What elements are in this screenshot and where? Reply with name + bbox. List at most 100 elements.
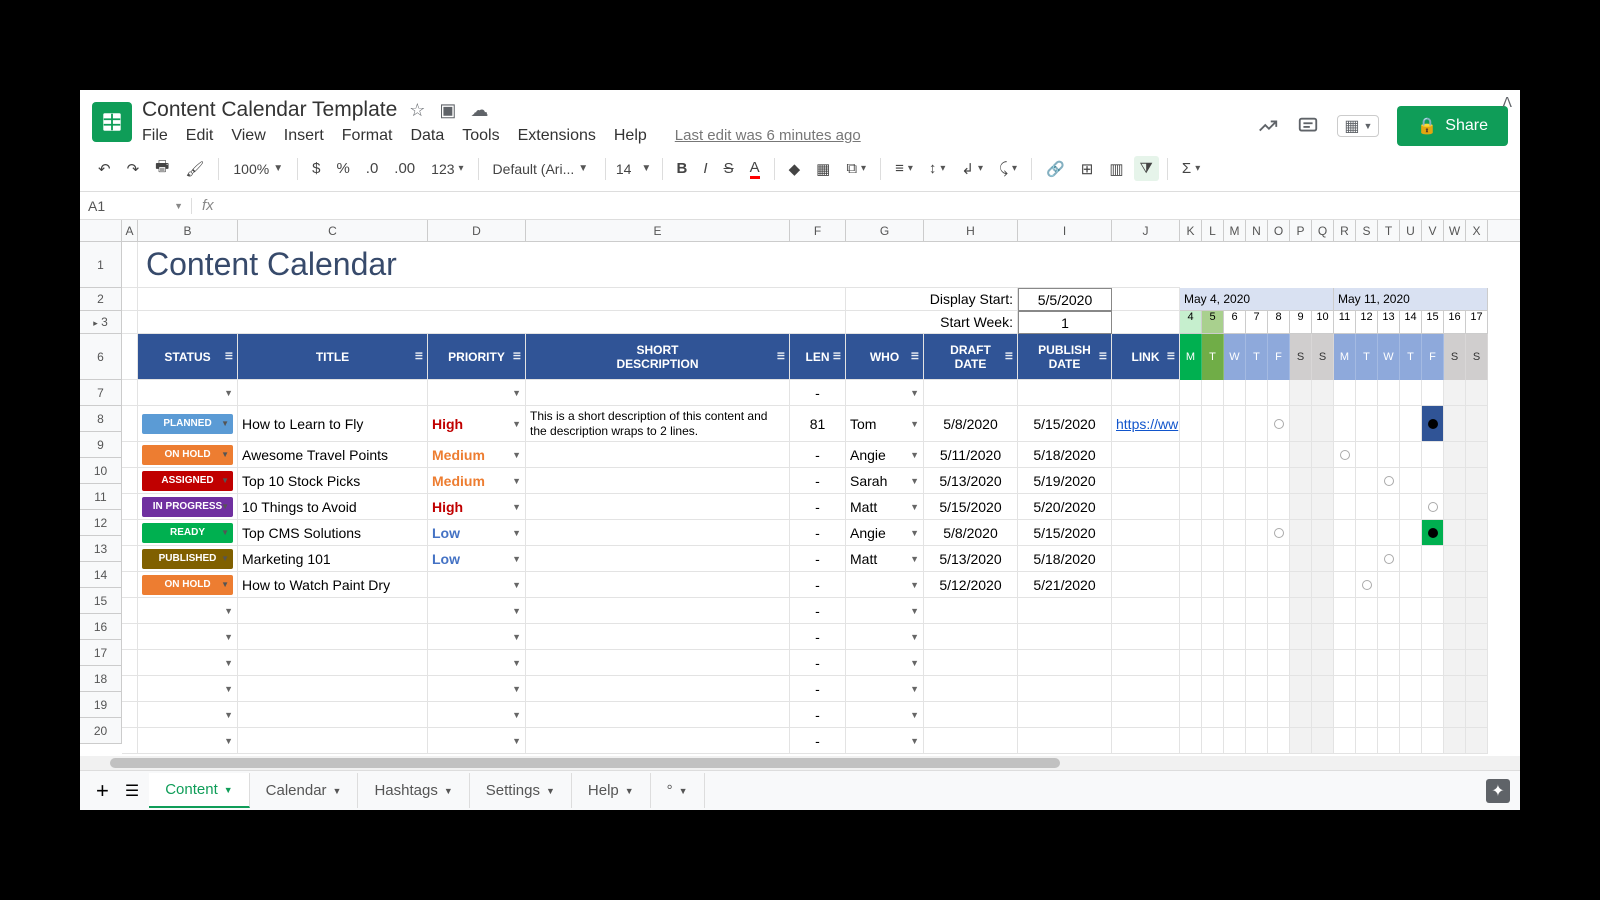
desc-cell[interactable]	[526, 442, 790, 468]
header-len[interactable]: LEN☰	[790, 334, 846, 380]
cal-cell[interactable]	[1224, 676, 1246, 702]
font-select[interactable]: Default (Ari...▼	[487, 157, 597, 181]
cal-cell[interactable]	[1202, 468, 1224, 494]
menu-file[interactable]: File	[142, 127, 168, 145]
cal-cell[interactable]	[1378, 406, 1400, 442]
cal-cell[interactable]	[1334, 520, 1356, 546]
title-cell[interactable]: Top CMS Solutions	[238, 520, 428, 546]
who-cell[interactable]: Angie▼	[846, 442, 924, 468]
who-cell[interactable]: Matt▼	[846, 546, 924, 572]
sheet-tab-hashtags[interactable]: Hashtags ▼	[358, 773, 469, 808]
desc-cell[interactable]	[526, 676, 790, 702]
cal-cell[interactable]	[1180, 380, 1202, 406]
cal-cell[interactable]	[1268, 598, 1290, 624]
who-cell[interactable]: Matt▼	[846, 494, 924, 520]
col-header-A[interactable]: A	[122, 220, 138, 241]
comment-icon[interactable]: ⊞	[1075, 156, 1100, 182]
draft-cell[interactable]: 5/12/2020	[924, 572, 1018, 598]
cell[interactable]	[138, 311, 846, 334]
draft-cell[interactable]	[924, 702, 1018, 728]
cal-cell[interactable]	[1246, 624, 1268, 650]
link-cell[interactable]	[1112, 442, 1180, 468]
cal-cell[interactable]	[1356, 676, 1378, 702]
col-header-B[interactable]: B	[138, 220, 238, 241]
cal-cell[interactable]	[1312, 702, 1334, 728]
cal-cell[interactable]	[1268, 650, 1290, 676]
cal-cell[interactable]	[1202, 442, 1224, 468]
cell[interactable]	[122, 380, 138, 406]
status-cell[interactable]: ASSIGNED▼	[138, 468, 238, 494]
currency-icon[interactable]: $	[306, 156, 326, 181]
zoom-select[interactable]: 100%▼	[227, 157, 289, 181]
col-header-X[interactable]: X	[1466, 220, 1488, 241]
menu-data[interactable]: Data	[410, 127, 444, 145]
cell[interactable]	[122, 520, 138, 546]
cal-cell[interactable]	[1202, 520, 1224, 546]
cal-daylbl[interactable]: W	[1378, 334, 1400, 380]
cal-cell[interactable]	[1290, 572, 1312, 598]
share-button[interactable]: 🔒 Share	[1397, 106, 1508, 146]
row-header-12[interactable]: 12	[80, 510, 122, 536]
cal-cell[interactable]	[1224, 494, 1246, 520]
len-cell[interactable]: -	[790, 494, 846, 520]
cal-cell[interactable]	[1422, 624, 1444, 650]
cal-cell[interactable]	[1202, 494, 1224, 520]
explore-icon[interactable]: ✦	[1486, 779, 1510, 803]
link-cell[interactable]	[1112, 676, 1180, 702]
cal-cell[interactable]	[1334, 598, 1356, 624]
publish-cell[interactable]: 5/15/2020	[1018, 406, 1112, 442]
cal-cell[interactable]	[1180, 702, 1202, 728]
title-cell[interactable]: Top 10 Stock Picks	[238, 468, 428, 494]
priority-cell[interactable]: ▼	[428, 702, 526, 728]
cal-cell[interactable]	[1422, 546, 1444, 572]
draft-cell[interactable]	[924, 598, 1018, 624]
cal-cell[interactable]	[1466, 380, 1488, 406]
col-header-I[interactable]: I	[1018, 220, 1112, 241]
spreadsheet-grid[interactable]: ABCDEFGHIJKLMNOPQRSTUVWX 12▸ 36789101112…	[80, 220, 1520, 756]
cell[interactable]	[122, 676, 138, 702]
cal-cell[interactable]	[1290, 650, 1312, 676]
cal-cell[interactable]	[1202, 572, 1224, 598]
priority-cell[interactable]: Medium▼	[428, 442, 526, 468]
col-header-E[interactable]: E	[526, 220, 790, 241]
cal-cell[interactable]	[1356, 520, 1378, 546]
cal-cell[interactable]	[1180, 624, 1202, 650]
col-header-D[interactable]: D	[428, 220, 526, 241]
sheet-tab-°[interactable]: ° ▼	[651, 773, 705, 808]
cal-cell[interactable]	[1466, 598, 1488, 624]
link-cell[interactable]	[1112, 520, 1180, 546]
cal-cell[interactable]	[1268, 380, 1290, 406]
cal-daynum[interactable]: 9	[1290, 311, 1312, 334]
display-start-value[interactable]: 5/5/2020	[1018, 288, 1112, 311]
row-header-9[interactable]: 9	[80, 432, 122, 458]
formula-input[interactable]	[224, 192, 1520, 219]
priority-cell[interactable]: Medium▼	[428, 468, 526, 494]
draft-cell[interactable]: 5/15/2020	[924, 494, 1018, 520]
desc-cell[interactable]	[526, 494, 790, 520]
row-header-6[interactable]: 6	[80, 334, 122, 380]
format-more-icon[interactable]: 123▾	[425, 157, 469, 181]
desc-cell[interactable]	[526, 380, 790, 406]
priority-cell[interactable]: High▼	[428, 494, 526, 520]
cell[interactable]	[122, 572, 138, 598]
cal-cell[interactable]	[1180, 442, 1202, 468]
cal-cell[interactable]	[1378, 624, 1400, 650]
draft-cell[interactable]: 5/13/2020	[924, 468, 1018, 494]
cal-cell[interactable]	[1400, 520, 1422, 546]
cal-cell[interactable]	[1202, 676, 1224, 702]
cal-daynum[interactable]: 8	[1268, 311, 1290, 334]
valign-icon[interactable]: ↕▾	[923, 156, 952, 181]
row-header-20[interactable]: 20	[80, 718, 122, 744]
cal-cell[interactable]	[1202, 624, 1224, 650]
sheet-tab-help[interactable]: Help ▼	[572, 773, 651, 808]
cal-cell[interactable]	[1290, 442, 1312, 468]
col-header-J[interactable]: J	[1112, 220, 1180, 241]
cal-cell[interactable]	[1466, 520, 1488, 546]
header-draft[interactable]: DRAFTDATE☰	[924, 334, 1018, 380]
cal-cell[interactable]	[1334, 406, 1356, 442]
len-cell[interactable]: -	[790, 520, 846, 546]
cal-cell[interactable]	[1334, 546, 1356, 572]
cal-cell[interactable]	[1246, 380, 1268, 406]
cal-daylbl[interactable]: S	[1312, 334, 1334, 380]
cal-cell[interactable]	[1312, 624, 1334, 650]
